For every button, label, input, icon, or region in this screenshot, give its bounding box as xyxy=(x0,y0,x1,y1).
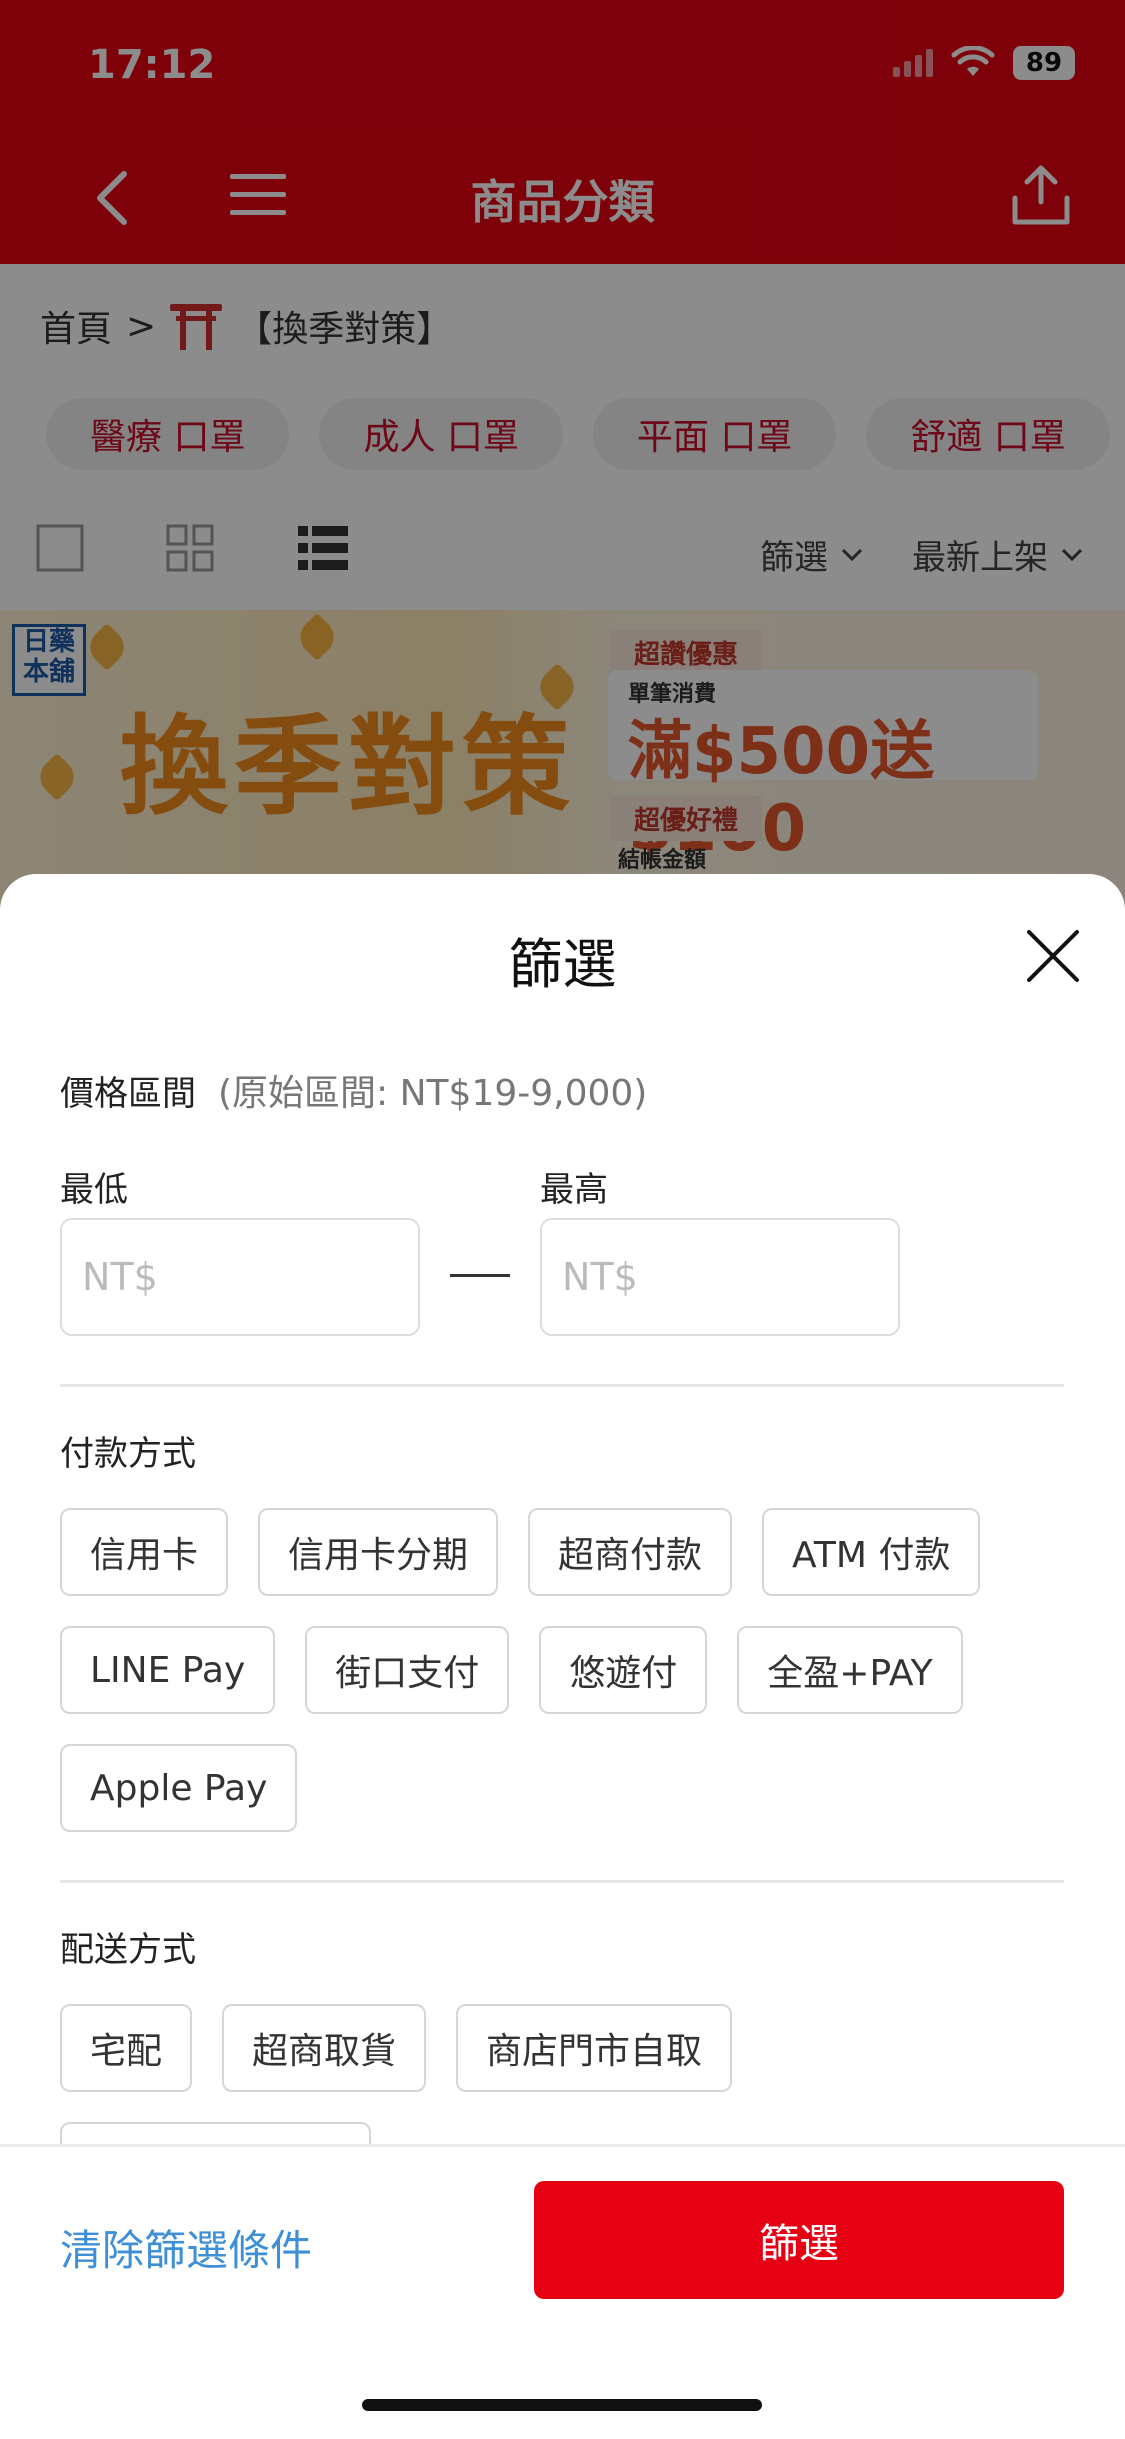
divider xyxy=(60,1384,1064,1387)
payment-option[interactable]: ATM 付款 xyxy=(762,1508,981,1596)
delivery-option[interactable]: 商店門市自取 xyxy=(456,2004,733,2092)
close-icon[interactable] xyxy=(1023,926,1083,986)
home-indicator xyxy=(362,2399,762,2411)
payment-option[interactable]: 信用卡分期 xyxy=(258,1508,499,1596)
price-range-note: (原始區間: NT$19-9,000) xyxy=(218,1073,648,1114)
max-price-input[interactable] xyxy=(540,1218,900,1336)
payment-option[interactable]: 悠遊付 xyxy=(539,1626,708,1714)
delivery-method-label: 配送方式 xyxy=(60,1930,196,1970)
payment-method-label: 付款方式 xyxy=(60,1434,196,1474)
sheet-title: 篩選 xyxy=(508,933,617,996)
payment-option[interactable]: 信用卡 xyxy=(60,1508,229,1596)
payment-option[interactable]: LINE Pay xyxy=(60,1626,276,1714)
sheet-footer: 清除篩選條件 篩選 xyxy=(0,2144,1125,2439)
min-price-label: 最低 xyxy=(60,1170,128,1210)
max-price-label: 最高 xyxy=(540,1170,608,1210)
delivery-option[interactable]: 超商取貨 xyxy=(222,2004,427,2092)
payment-option[interactable]: Apple Pay xyxy=(60,1744,298,1832)
payment-option[interactable]: 超商付款 xyxy=(528,1508,733,1596)
delivery-option[interactable]: 宅配 xyxy=(60,2004,193,2092)
apply-filter-button[interactable]: 篩選 xyxy=(534,2181,1064,2299)
clear-filters-link[interactable]: 清除篩選條件 xyxy=(60,2217,312,2278)
min-price-input[interactable] xyxy=(60,1218,420,1336)
range-dash xyxy=(450,1274,510,1277)
payment-options: 信用卡 信用卡分期 超商付款 ATM 付款 LINE Pay 街口支付 悠遊付 … xyxy=(60,1508,1070,1832)
payment-option[interactable]: 街口支付 xyxy=(305,1626,510,1714)
price-range-label: 價格區間 xyxy=(60,1074,196,1114)
payment-option[interactable]: 全盈+PAY xyxy=(737,1626,963,1714)
price-range-label-row: 價格區間 (原始區間: NT$19-9,000) xyxy=(60,1064,647,1116)
divider xyxy=(60,1880,1064,1883)
